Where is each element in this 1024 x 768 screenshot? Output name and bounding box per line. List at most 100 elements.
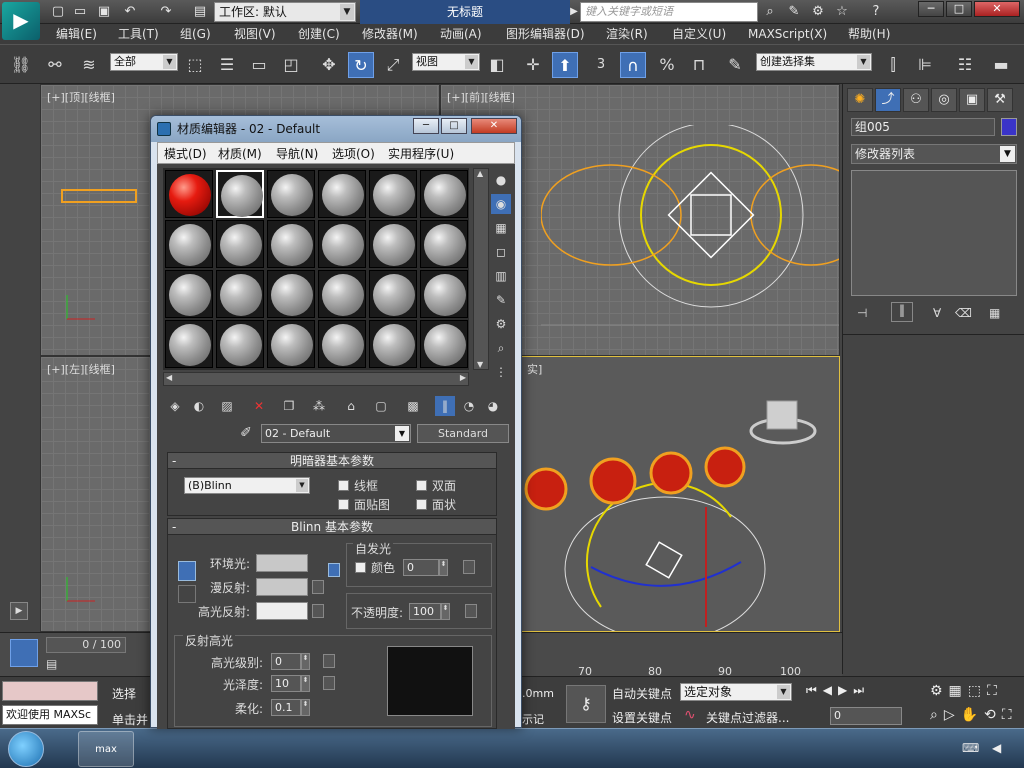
minimize-button[interactable]: ─ [918, 1, 944, 17]
maxscript-listener-mini[interactable] [2, 681, 98, 701]
sample-slot[interactable] [216, 320, 264, 368]
play-arrow-icon[interactable]: ▶ [10, 602, 28, 620]
rotate-icon[interactable]: ↻ [348, 52, 374, 78]
me-menu-options[interactable]: 选项(O) [332, 146, 375, 162]
menu-edit[interactable]: 编辑(E) [56, 24, 97, 44]
menu-rendering[interactable]: 渲染(R) [606, 24, 648, 44]
edit-named-selection-icon[interactable]: ✎ [722, 52, 748, 78]
spinner-snap-icon[interactable]: ⊓ [686, 52, 712, 78]
angle-snap-icon[interactable]: ∩ [620, 52, 646, 78]
motion-tab-icon[interactable]: ◎ [931, 88, 957, 112]
scale-icon[interactable]: ⤢ [380, 52, 406, 78]
material-type-button[interactable]: Standard [417, 424, 509, 443]
diffuse-map-button[interactable] [312, 580, 324, 594]
object-name-field[interactable]: 组005 [851, 118, 995, 136]
sample-slot[interactable] [369, 320, 417, 368]
video-color-check-icon[interactable]: ▥ [491, 266, 511, 286]
menu-help[interactable]: 帮助(H) [848, 24, 890, 44]
backlight-icon[interactable]: ◉ [491, 194, 511, 214]
lock-ambient-diffuse-icon[interactable] [178, 561, 196, 581]
me-minimize-button[interactable]: ─ [413, 118, 439, 134]
sample-slot[interactable] [420, 220, 468, 268]
show-map-in-viewport-icon[interactable]: ▩ [403, 396, 423, 416]
sample-slot[interactable] [369, 170, 417, 218]
object-color-swatch[interactable] [1001, 118, 1017, 136]
menu-maxscript[interactable]: MAXScript(X) [748, 24, 827, 44]
scroll-left-icon[interactable]: ◀ [166, 373, 172, 382]
playback-controls[interactable]: ⏮◀▶⏭ [806, 683, 870, 698]
show-end-result-icon[interactable]: ‖ [435, 396, 455, 416]
face-map-checkbox[interactable] [338, 499, 349, 510]
menu-create[interactable]: 创建(C) [298, 24, 340, 44]
create-tab-sun-icon[interactable]: ✺ [847, 88, 873, 112]
specular-color-swatch[interactable] [256, 602, 308, 620]
layer-manager-icon[interactable]: ☷ [952, 52, 978, 78]
self-illum-color-checkbox[interactable] [355, 562, 366, 573]
align-icon[interactable]: ⊫ [912, 52, 938, 78]
sample-slot[interactable] [165, 270, 213, 318]
viewport-nav-controls-2[interactable]: ⌕▷✋⟲⛶ [930, 707, 1018, 723]
configure-sets-icon[interactable]: ▦ [989, 306, 1000, 320]
favorites-star-icon[interactable]: ☆ [834, 4, 850, 20]
sample-slot[interactable] [216, 220, 264, 268]
shader-rollout-header[interactable]: - 明暗器基本参数 [168, 453, 496, 469]
diffuse-color-swatch[interactable] [256, 578, 308, 596]
menu-group[interactable]: 组(G) [180, 24, 211, 44]
viewport-layout-icon[interactable] [10, 639, 38, 667]
specular-level-map-button[interactable] [323, 654, 335, 668]
faceted-checkbox[interactable] [416, 499, 427, 510]
project-folder-icon[interactable]: ▤ [192, 4, 208, 20]
make-preview-icon[interactable]: ✎ [491, 290, 511, 310]
display-tab-icon[interactable]: ▣ [959, 88, 985, 112]
sample-slot[interactable] [165, 170, 213, 218]
link-icon[interactable]: ⛓ [8, 52, 34, 78]
move-icon[interactable]: ✥ [316, 52, 342, 78]
sample-slot[interactable] [267, 170, 315, 218]
menu-tools[interactable]: 工具(T) [118, 24, 159, 44]
me-menu-material[interactable]: 材质(M) [218, 146, 262, 162]
lock-diffuse-specular-icon[interactable] [178, 585, 196, 603]
pivot-center-icon[interactable]: ◧ [484, 52, 510, 78]
named-selection-dropdown[interactable]: 创建选择集 ▼ [756, 53, 872, 71]
sample-slot[interactable] [318, 170, 366, 218]
set-key-button[interactable]: 设置关键点 [612, 709, 672, 726]
sample-slot[interactable] [420, 170, 468, 218]
undo-icon[interactable]: ↶ [122, 4, 138, 20]
hierarchy-tab-icon[interactable]: ⚇ [903, 88, 929, 112]
spinner-icon[interactable]: ⬍ [301, 675, 310, 692]
glossiness-field[interactable]: 10 [271, 675, 301, 692]
collapse-minus-icon[interactable]: - [172, 519, 176, 535]
time-slider[interactable]: 0 / 100 [46, 637, 126, 653]
me-menu-mode[interactable]: 模式(D) [164, 146, 207, 162]
sample-slot[interactable] [216, 170, 264, 218]
pick-material-eyedropper-icon[interactable]: ✐ [237, 425, 255, 443]
search-input[interactable]: 键入关键字或短语 [580, 2, 758, 22]
app-logo[interactable]: ▶ [2, 2, 40, 40]
spinner-icon[interactable]: ⬍ [301, 699, 310, 716]
assign-material-to-selection-icon[interactable]: ▨ [217, 396, 237, 416]
go-to-parent-icon[interactable]: ◔ [459, 396, 479, 416]
snap-toggle-label[interactable]: 3 [588, 52, 614, 78]
spinner-icon[interactable]: ⬍ [439, 559, 448, 576]
show-end-result-icon[interactable]: ‖ [891, 302, 913, 322]
binoculars-icon[interactable]: ⌕ [762, 4, 778, 20]
get-material-icon[interactable]: ◈ [165, 396, 185, 416]
percent-snap-icon[interactable]: % [654, 52, 680, 78]
put-to-library-icon[interactable]: ⌂ [341, 396, 361, 416]
collapse-minus-icon[interactable]: - [172, 453, 176, 469]
material-name-dropdown[interactable]: 02 - Default ▼ [261, 424, 411, 443]
spinner-icon[interactable]: ⬍ [301, 653, 310, 670]
material-map-navigator-icon[interactable]: ⋮ [491, 362, 511, 382]
me-maximize-button[interactable]: □ [441, 118, 467, 134]
key-filters-button[interactable]: 关键点过滤器... [706, 709, 789, 726]
sample-slot[interactable] [318, 270, 366, 318]
taskbar-app-3dsmax[interactable]: max [78, 731, 134, 767]
make-unique-icon[interactable]: ⁂ [309, 396, 329, 416]
soften-field[interactable]: 0.1 [271, 699, 301, 716]
close-button[interactable]: ✕ [974, 1, 1020, 17]
sample-slot[interactable] [369, 270, 417, 318]
reset-map-delete-icon[interactable]: ✕ [249, 396, 269, 416]
me-menu-navigation[interactable]: 导航(N) [276, 146, 318, 162]
sample-slot[interactable] [165, 320, 213, 368]
sample-slot[interactable] [369, 220, 417, 268]
